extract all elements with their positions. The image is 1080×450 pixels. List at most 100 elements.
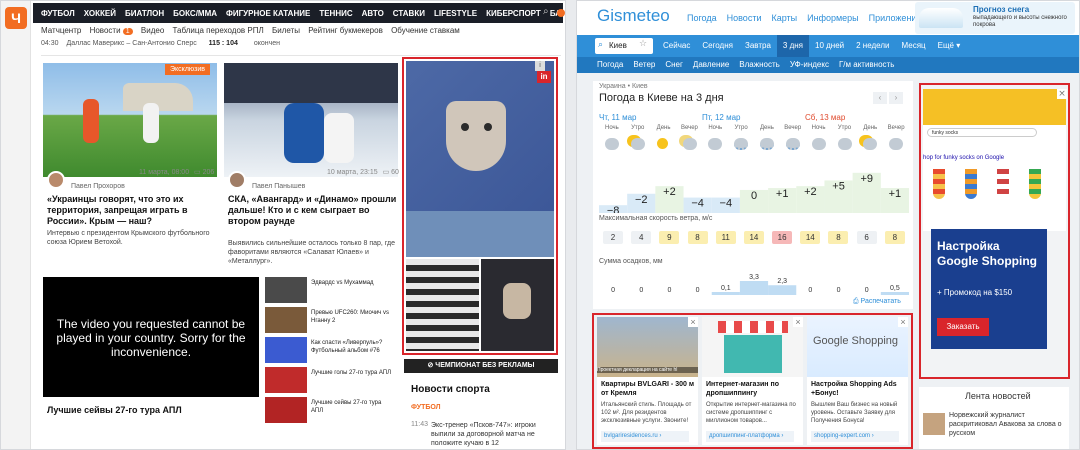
ad-close-icon[interactable]: × — [688, 317, 698, 327]
nav-item[interactable]: ФИГУРНОЕ КАТАНИЕ — [226, 9, 310, 18]
subtab[interactable]: Погода — [597, 57, 623, 73]
no-ads-button[interactable]: ⊘ ЧЕМПИОНАТ БЕЗ РЕКЛАМЫ — [404, 359, 558, 373]
subtab[interactable]: Давление — [693, 57, 729, 73]
shirt-ad-bottom-right-image[interactable] — [481, 259, 554, 351]
print-link[interactable]: ⎙ Распечатать — [853, 298, 901, 306]
ad-close-icon[interactable]: × — [898, 317, 908, 327]
breadcrumb[interactable]: Украина • Киев — [599, 83, 648, 90]
precip-value: 0 — [865, 287, 869, 294]
nav-item[interactable]: ХОККЕЙ — [84, 9, 116, 18]
card2-title[interactable]: СКА, «Авангард» и «Динамо» прошли дальше… — [228, 194, 400, 227]
tab-5[interactable]: 2 недели — [850, 35, 895, 57]
video-list-item[interactable]: Превью UFC260: Миочич vs Нганну 2 — [263, 307, 395, 335]
day-header[interactable]: Сб, 13 мар — [805, 113, 845, 122]
nav-item[interactable]: ФУТБОЛ — [41, 9, 75, 18]
tab-0[interactable]: Сейчас — [657, 35, 696, 57]
side-ad-order-button[interactable]: Заказать — [937, 318, 989, 336]
news-item-text[interactable]: Норвежский журналист раскритиковал Авако… — [949, 411, 1065, 438]
next-arrow-button[interactable]: › — [889, 92, 903, 104]
city-search[interactable]: ⌕ Киев ☆ — [595, 38, 653, 54]
subnav-table[interactable]: Таблица переходов РПЛ — [173, 26, 264, 35]
nav-item[interactable]: БОКС/ММА — [173, 9, 217, 18]
subnav-matchcenter[interactable]: Матчцентр — [41, 26, 81, 35]
nav-item[interactable]: ТЕННИС — [319, 9, 352, 18]
tab-7[interactable]: Ещё ▾ — [932, 35, 967, 57]
score-ticker[interactable]: 04:30 Даллас Маверикс – Сан-Антонио Спер… — [41, 40, 291, 52]
side-ad-close-icon[interactable]: × — [1057, 89, 1067, 99]
prev-arrow-button[interactable]: ‹ — [873, 92, 887, 104]
news-text[interactable]: Экс-тренер «Псков-747»: игроки выпили за… — [431, 421, 559, 448]
subnav-rating[interactable]: Рейтинг букмекеров — [308, 26, 383, 35]
subnav-tickets[interactable]: Билеты — [272, 26, 300, 35]
print-icon: ⎙ — [853, 298, 861, 305]
card2-author[interactable]: Павел Панышев — [252, 183, 305, 190]
video-list-item[interactable]: Лучшие сейвы 27-го тура АПЛ — [263, 397, 395, 425]
tab-2[interactable]: Завтра — [739, 35, 777, 57]
sport-nav-items: ФУТБОЛ ХОККЕЙ БИАТЛОН БОКС/ММА ФИГУРНОЕ КАТА… — [41, 9, 565, 18]
top-link[interactable]: Информеры — [807, 13, 859, 23]
ad-title[interactable]: Квартиры BVLGARI - 300 м от Кремля — [601, 380, 695, 398]
tab-6[interactable]: Месяц — [895, 35, 931, 57]
temperature-chart: −8 −2 +2 −4 −4 0 +1 +2 +5 +9 +1 — [599, 172, 909, 213]
sport-news-section[interactable]: ФУТБОЛ — [411, 404, 441, 411]
ad-link[interactable]: shopping-expert.com › — [811, 431, 899, 442]
bottom-ad-card[interactable]: × Интернет-магазин по дропшиппингу Открыти… — [702, 317, 803, 445]
card2-image[interactable] — [224, 63, 398, 177]
sport-news-title: Новости спорта — [411, 384, 490, 395]
card1-title[interactable]: «Украинцы говорят, что это их территория… — [47, 194, 219, 227]
subtab[interactable]: Г/м активность — [839, 57, 894, 73]
video-list-item[interactable]: Лучшие голы 27-го тура АПЛ — [263, 367, 395, 395]
video-list-item[interactable]: Как спасти «Ливерпуль»? Футбольный альбо… — [263, 337, 395, 365]
day-header[interactable]: Пт, 12 мар — [702, 113, 741, 122]
shirt-ad-bottom-left-image[interactable] — [406, 259, 479, 351]
video-caption[interactable]: Лучшие сейвы 27-го тура АПЛ — [47, 405, 182, 415]
gismeteo-logo[interactable]: Gismeteo — [597, 6, 670, 26]
ad-title[interactable]: Настройка Shopping Ads +Бонус! — [811, 380, 905, 398]
top-link[interactable]: Новости — [727, 13, 762, 23]
subnav-news[interactable]: Новости — [90, 26, 121, 35]
no-ads-label: ЧЕМПИОНАТ БЕЗ РЕКЛАМЫ — [435, 362, 535, 369]
subnav-video[interactable]: Видео — [141, 26, 164, 35]
ad-title[interactable]: Интернет-магазин по дропшиппингу — [706, 380, 800, 398]
tab-1[interactable]: Сегодня — [696, 35, 739, 57]
period-label: Утро — [631, 125, 645, 131]
nav-item[interactable]: КИБЕРСПОРТ — [486, 9, 541, 18]
top-link[interactable]: Карты — [771, 13, 797, 23]
video-list-item[interactable]: Эдвардс vs Мухаммад — [263, 277, 395, 305]
ad-link[interactable]: дропшиппинг-платформа › — [706, 431, 794, 442]
shirt-ad-top-image[interactable] — [406, 61, 554, 257]
top-link[interactable]: Погода — [687, 13, 717, 23]
championat-logo-icon[interactable]: Ч — [5, 7, 27, 29]
snow-promo[interactable]: Прогноз снега выпадающего и высоты снежн… — [915, 2, 1075, 34]
temp-value: +2 — [663, 186, 676, 198]
tab-4[interactable]: 10 дней — [809, 35, 850, 57]
top-link[interactable]: Приложения — [869, 13, 922, 23]
video-thumb — [265, 367, 307, 393]
nav-item[interactable]: СТАВКИ — [393, 9, 425, 18]
ad-google-searchbar: funky socks — [927, 128, 1037, 137]
subtab[interactable]: Влажность — [739, 57, 780, 73]
ad-info-icon[interactable]: i — [535, 61, 545, 71]
temp-value: 0 — [751, 190, 757, 202]
subtab[interactable]: Ветер — [633, 57, 655, 73]
bottom-ad-card[interactable]: Google Shopping × Настройка Shopping Ads +… — [807, 317, 908, 445]
nav-item[interactable]: LIFESTYLE — [434, 9, 477, 18]
ad-link[interactable]: bvlgariresidences.ru › — [601, 431, 689, 442]
favorite-star-icon[interactable]: ☆ — [639, 39, 647, 49]
subtab[interactable]: Снег — [665, 57, 683, 73]
video-list-title: Лучшие голы 27-го тура АПЛ — [311, 370, 392, 376]
day-header[interactable]: Чт, 11 мар — [599, 113, 636, 122]
card1-author[interactable]: Павел Прохоров — [71, 183, 125, 190]
nav-item[interactable]: АВТО — [362, 9, 384, 18]
subnav-training[interactable]: Обучение ставкам — [391, 26, 460, 35]
search-icon[interactable]: ⌕ — [543, 6, 555, 18]
tab-3[interactable]: 3 дня — [776, 35, 809, 57]
sock-3 — [997, 169, 1009, 199]
card1-image[interactable] — [43, 63, 217, 177]
video-blocked-message: The video you requested cannot be played… — [56, 317, 246, 359]
nav-item[interactable]: БИАТЛОН — [125, 9, 164, 18]
ad-close-icon[interactable]: × — [793, 317, 803, 327]
bottom-ad-card[interactable]: Проектная декларация на сайте hl × Квартир… — [597, 317, 698, 445]
subtab[interactable]: УФ-индекс — [790, 57, 829, 73]
snow-promo-title: Прогноз снега — [973, 5, 1030, 14]
